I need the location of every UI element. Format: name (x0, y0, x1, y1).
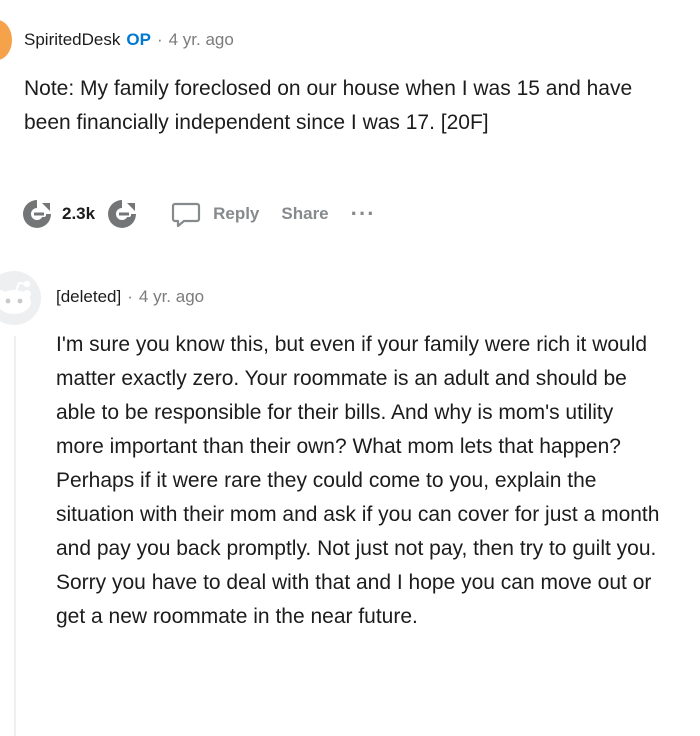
reply-icon[interactable] (171, 199, 201, 229)
avatar[interactable] (0, 20, 12, 60)
op-badge: OP (126, 30, 151, 49)
reply-button[interactable]: Reply (213, 204, 259, 224)
meta-separator: · (127, 287, 133, 306)
author-name[interactable]: SpiritedDesk (24, 30, 120, 50)
comment-meta: SpiritedDesk OP · 4 yr. ago (24, 30, 234, 50)
comment-meta: [deleted] · 4 yr. ago (56, 287, 204, 307)
comment-op: SpiritedDesk OP · 4 yr. ago Note: My fam… (0, 0, 700, 240)
downvote-icon[interactable] (105, 197, 139, 231)
timestamp[interactable]: 4 yr. ago (139, 287, 204, 307)
meta-separator: · (156, 30, 163, 49)
share-button[interactable]: Share (281, 204, 328, 224)
comment-reply: [deleted] · 4 yr. ago I'm sure you know … (0, 240, 700, 736)
vote-score: 2.3k (62, 204, 96, 223)
more-options-icon[interactable]: ··· (351, 203, 376, 225)
author-name: [deleted] (56, 287, 122, 306)
comment-actions: 2.3k Reply Share ··· (20, 194, 376, 234)
upvote-icon[interactable] (20, 197, 54, 231)
avatar[interactable] (0, 270, 42, 326)
timestamp[interactable]: 4 yr. ago (169, 30, 234, 50)
comment-body: I'm sure you know this, but even if your… (56, 333, 660, 628)
comment-body: Note: My family foreclosed on our house … (24, 77, 633, 134)
thread-collapse-line[interactable] (14, 336, 16, 736)
